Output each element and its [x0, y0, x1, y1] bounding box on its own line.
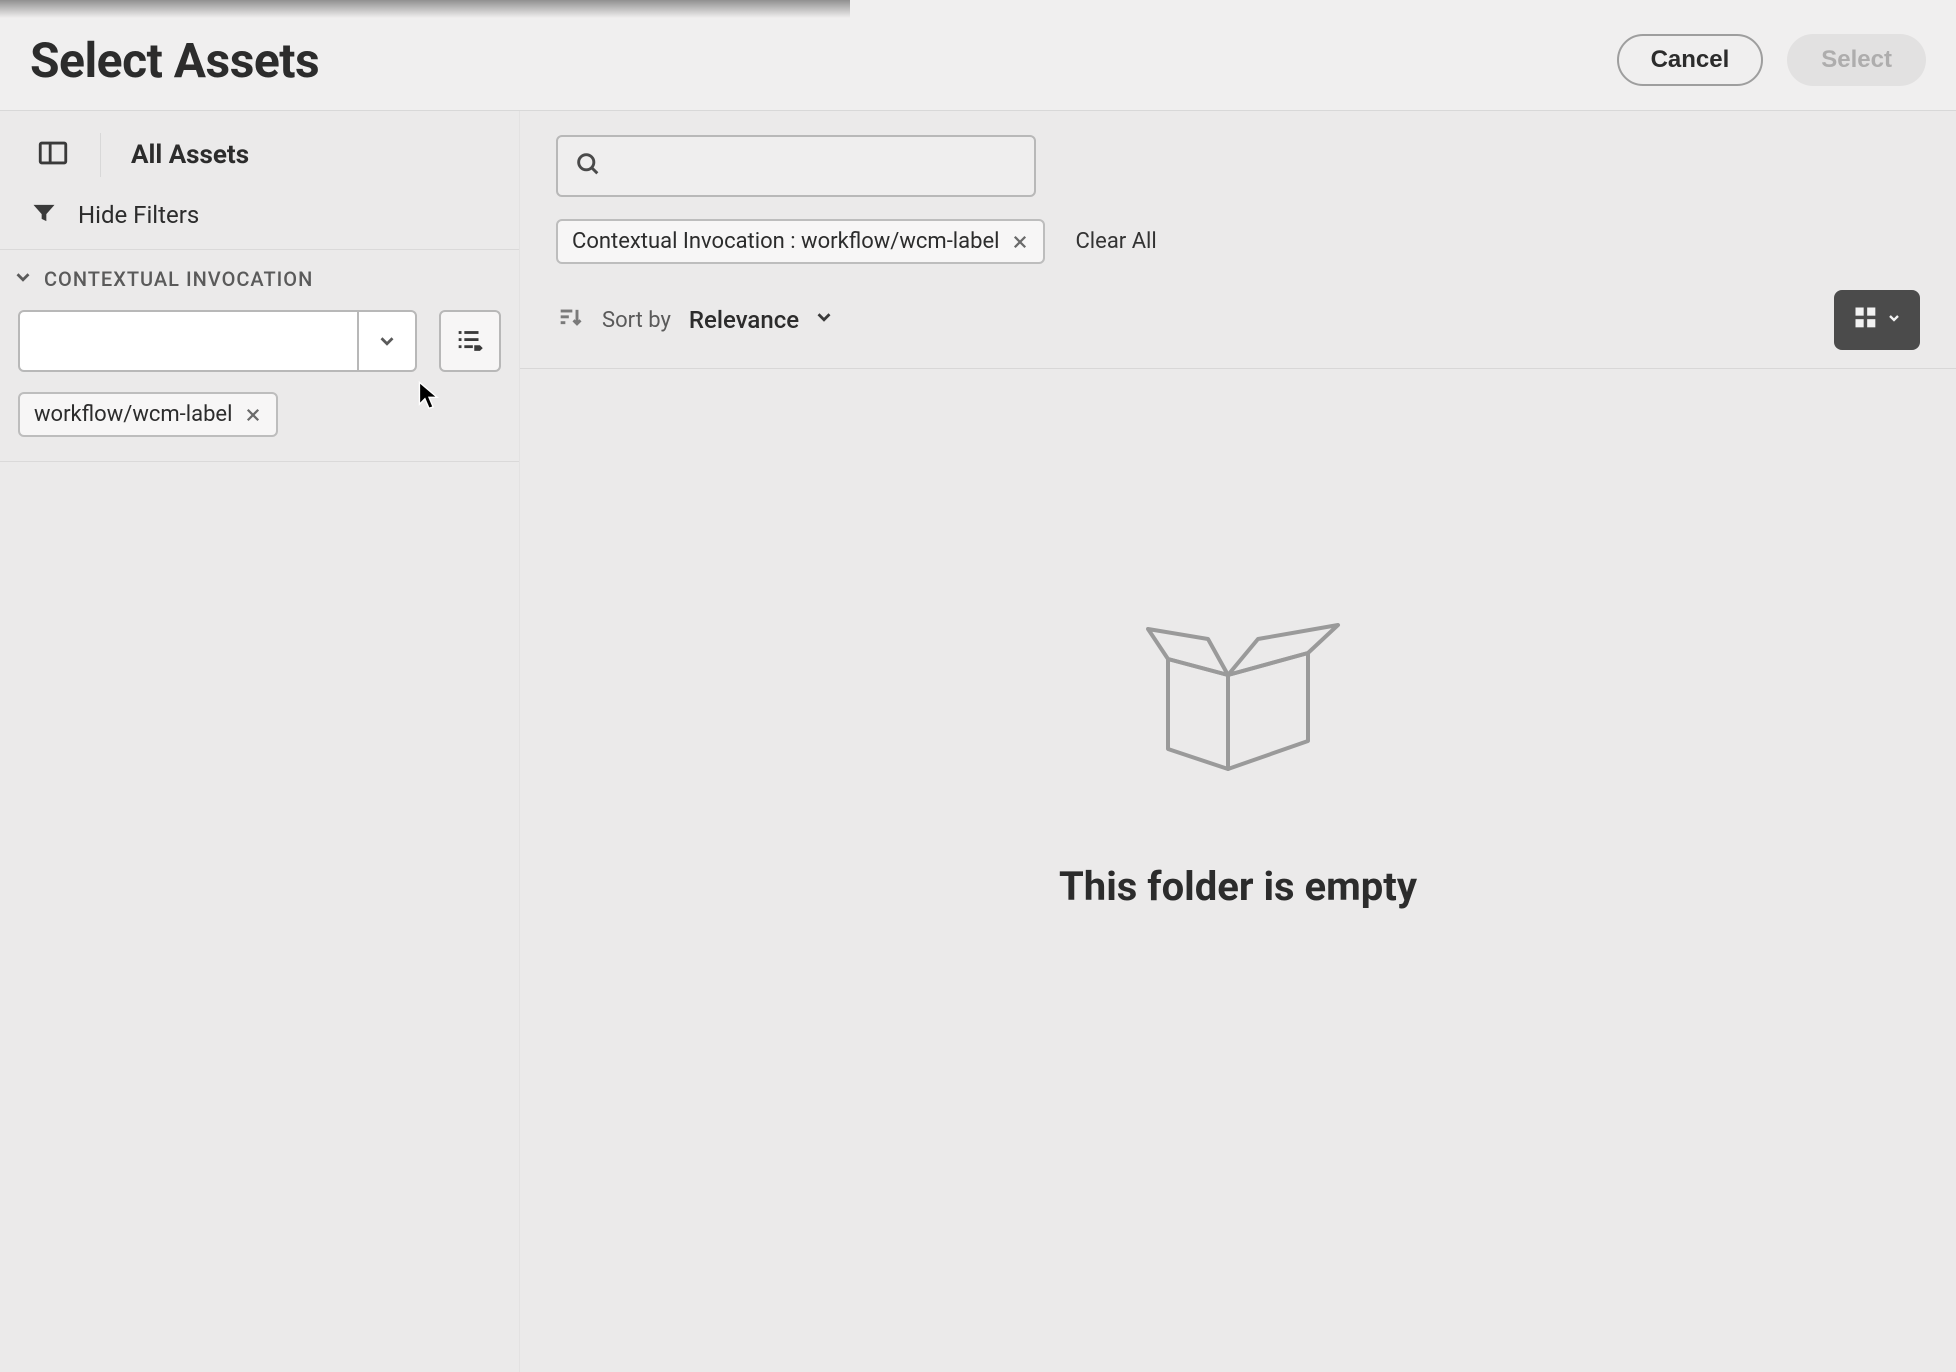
active-filter-chip-label: Contextual Invocation : workflow/wcm-lab…: [572, 229, 999, 254]
main-toolbar: Contextual Invocation : workflow/wcm-lab…: [520, 111, 1956, 264]
tag-picker-button[interactable]: [439, 310, 501, 372]
dialog-actions: Cancel Select: [1617, 34, 1926, 86]
filter-controls: [12, 310, 501, 372]
hide-filters-label: Hide Filters: [78, 201, 199, 229]
remove-filter-tag-button[interactable]: [244, 406, 262, 424]
sort-value-text: Relevance: [689, 306, 799, 334]
sort-row: Sort by Relevance: [520, 264, 1956, 368]
sort-by-label: Sort by: [602, 308, 671, 333]
empty-state: This folder is empty: [520, 369, 1956, 1372]
sidebar-top-row: All Assets: [0, 111, 519, 195]
cancel-button[interactable]: Cancel: [1617, 34, 1764, 86]
filter-icon: [30, 199, 58, 231]
view-switcher[interactable]: [1834, 290, 1920, 350]
main-panel: Contextual Invocation : workflow/wcm-lab…: [520, 111, 1956, 1372]
chevron-down-icon: [1886, 310, 1902, 330]
empty-box-icon: [1118, 609, 1358, 803]
filter-title: CONTEXTUAL INVOCATION: [44, 267, 313, 291]
search-icon: [574, 150, 602, 182]
grid-view-icon: [1852, 304, 1880, 336]
chevron-down-icon: [813, 306, 835, 334]
panel-toggle-icon[interactable]: [36, 136, 70, 174]
empty-message: This folder is empty: [1059, 863, 1417, 910]
applied-filter-tag: workflow/wcm-label: [18, 392, 278, 437]
hide-filters-row[interactable]: Hide Filters: [0, 195, 519, 249]
active-filter-chip: Contextual Invocation : workflow/wcm-lab…: [556, 219, 1045, 264]
sidebar: All Assets Hide Filters CONTEXTUAL INVOC…: [0, 111, 520, 1372]
chevron-down-icon: [12, 266, 34, 292]
filter-header[interactable]: CONTEXTUAL INVOCATION: [12, 266, 501, 310]
applied-filter-tag-label: workflow/wcm-label: [34, 402, 232, 427]
breadcrumb-all-assets[interactable]: All Assets: [131, 140, 249, 170]
remove-chip-button[interactable]: [1011, 233, 1029, 251]
filter-combobox[interactable]: [18, 310, 417, 372]
clear-all-link[interactable]: Clear All: [1075, 229, 1156, 254]
filter-section-contextual-invocation: CONTEXTUAL INVOCATION: [0, 250, 519, 462]
active-filters-row: Contextual Invocation : workflow/wcm-lab…: [556, 219, 1920, 264]
dialog-title: Select Assets: [30, 32, 319, 89]
divider: [100, 133, 101, 177]
filter-input[interactable]: [20, 312, 357, 370]
sort-value-dropdown[interactable]: Relevance: [689, 306, 835, 334]
select-button[interactable]: Select: [1787, 34, 1926, 86]
dialog-header: Select Assets Cancel Select: [0, 0, 1956, 110]
sort-direction-icon[interactable]: [556, 304, 584, 336]
sort-controls: Sort by Relevance: [556, 304, 835, 336]
filter-dropdown-button[interactable]: [357, 312, 415, 370]
search-box[interactable]: [556, 135, 1036, 197]
search-input[interactable]: [614, 152, 1018, 180]
